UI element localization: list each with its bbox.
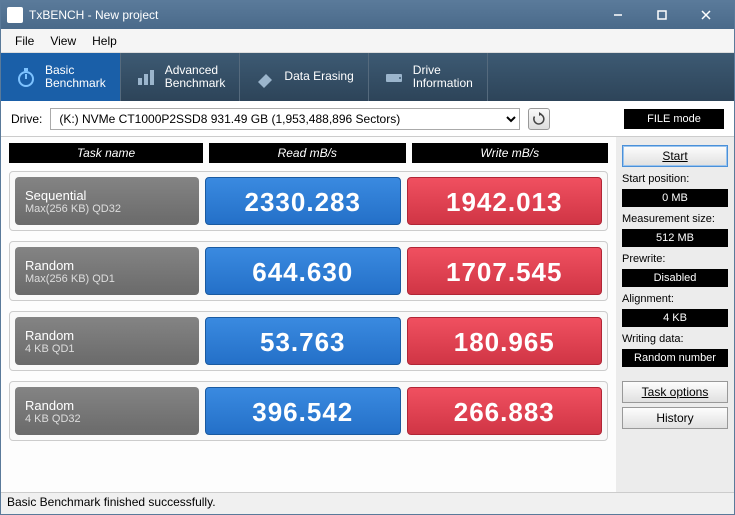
start-position-value[interactable]: 0 MB: [622, 189, 728, 207]
titlebar: TxBENCH - New project: [1, 1, 734, 29]
header-read: Read mB/s: [209, 143, 406, 163]
app-icon: [7, 7, 23, 23]
prewrite-value[interactable]: Disabled: [622, 269, 728, 287]
tab-advanced-benchmark[interactable]: Advanced Benchmark: [121, 53, 241, 101]
write-value: 1942.013: [407, 177, 603, 225]
measurement-size-label: Measurement size:: [622, 213, 728, 225]
alignment-value[interactable]: 4 KB: [622, 309, 728, 327]
maximize-button[interactable]: [640, 1, 684, 29]
menu-help[interactable]: Help: [84, 32, 125, 50]
start-position-label: Start position:: [622, 173, 728, 185]
drive-icon: [383, 66, 405, 88]
results-panel: Task name Read mB/s Write mB/s Sequentia…: [1, 137, 616, 492]
file-mode-button[interactable]: FILE mode: [624, 109, 724, 129]
measurement-size-value[interactable]: 512 MB: [622, 229, 728, 247]
task-name-cell[interactable]: SequentialMax(256 KB) QD32: [15, 177, 199, 225]
app-window: TxBENCH - New project File View Help Bas…: [0, 0, 735, 515]
tab-label: Data Erasing: [284, 70, 353, 83]
prewrite-label: Prewrite:: [622, 253, 728, 265]
header-write: Write mB/s: [412, 143, 609, 163]
writing-data-label: Writing data:: [622, 333, 728, 345]
refresh-icon: [532, 112, 546, 126]
menu-view[interactable]: View: [42, 32, 84, 50]
start-button[interactable]: Start: [622, 145, 728, 167]
eraser-icon: [254, 66, 276, 88]
drive-select[interactable]: (K:) NVMe CT1000P2SSD8 931.49 GB (1,953,…: [50, 108, 520, 130]
main-tabs: Basic Benchmark Advanced Benchmark Data …: [1, 53, 734, 101]
task-name-cell[interactable]: Random4 KB QD32: [15, 387, 199, 435]
task-row: Random4 KB QD32 396.542 266.883: [9, 381, 608, 441]
refresh-button[interactable]: [528, 108, 550, 130]
tab-drive-information[interactable]: Drive Information: [369, 53, 488, 101]
alignment-label: Alignment:: [622, 293, 728, 305]
task-row: Random4 KB QD1 53.763 180.965: [9, 311, 608, 371]
write-value: 180.965: [407, 317, 603, 365]
task-options-button[interactable]: Task options: [622, 381, 728, 403]
header-task: Task name: [9, 143, 203, 163]
tab-label: Advanced Benchmark: [165, 64, 226, 90]
tab-data-erasing[interactable]: Data Erasing: [240, 53, 368, 101]
tab-label: Basic Benchmark: [45, 64, 106, 90]
task-row: RandomMax(256 KB) QD1 644.630 1707.545: [9, 241, 608, 301]
menubar: File View Help: [1, 29, 734, 53]
task-name-cell[interactable]: Random4 KB QD1: [15, 317, 199, 365]
close-button[interactable]: [684, 1, 728, 29]
tab-basic-benchmark[interactable]: Basic Benchmark: [1, 53, 121, 101]
history-button[interactable]: History: [622, 407, 728, 429]
content-area: Task name Read mB/s Write mB/s Sequentia…: [1, 137, 734, 492]
task-row: SequentialMax(256 KB) QD32 2330.283 1942…: [9, 171, 608, 231]
read-value: 2330.283: [205, 177, 401, 225]
tab-label: Drive Information: [413, 64, 473, 90]
task-name-cell[interactable]: RandomMax(256 KB) QD1: [15, 247, 199, 295]
stopwatch-icon: [15, 66, 37, 88]
column-headers: Task name Read mB/s Write mB/s: [9, 143, 608, 163]
bars-icon: [135, 66, 157, 88]
side-panel: Start Start position: 0 MB Measurement s…: [616, 137, 734, 492]
status-bar: Basic Benchmark finished successfully.: [1, 492, 734, 514]
menu-file[interactable]: File: [7, 32, 42, 50]
window-title: TxBENCH - New project: [29, 8, 596, 22]
write-value: 1707.545: [407, 247, 603, 295]
write-value: 266.883: [407, 387, 603, 435]
read-value: 396.542: [205, 387, 401, 435]
read-value: 644.630: [205, 247, 401, 295]
drive-label: Drive:: [11, 112, 42, 126]
drive-bar: Drive: (K:) NVMe CT1000P2SSD8 931.49 GB …: [1, 101, 734, 137]
writing-data-value[interactable]: Random number: [622, 349, 728, 367]
read-value: 53.763: [205, 317, 401, 365]
minimize-button[interactable]: [596, 1, 640, 29]
